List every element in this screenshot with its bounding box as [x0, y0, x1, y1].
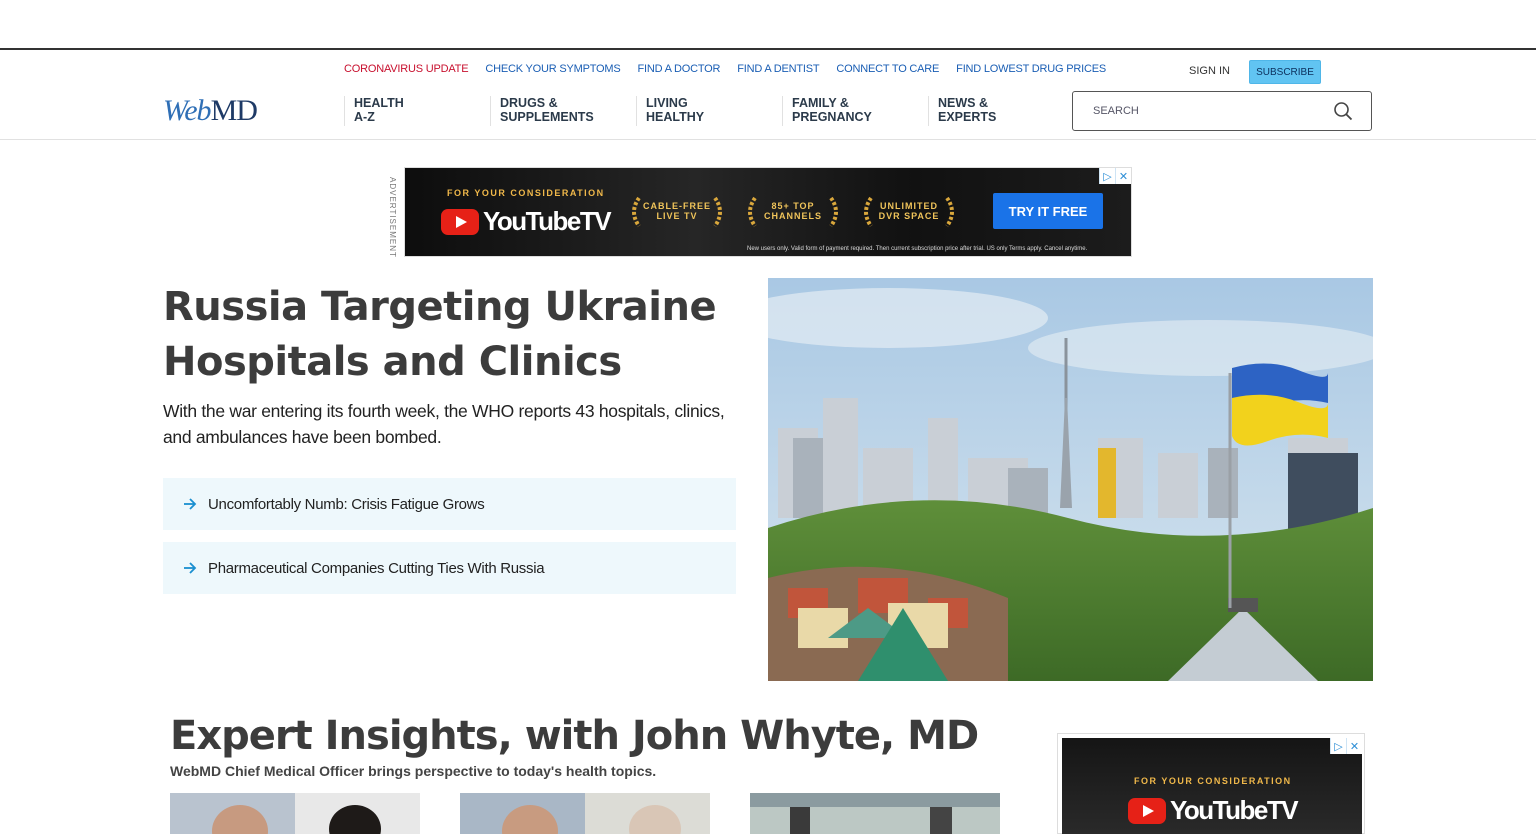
top-ad-strip — [0, 0, 1536, 50]
nav-label-line2: EXPERTS — [938, 110, 997, 124]
search-box — [1072, 91, 1372, 131]
youtube-play-icon — [441, 208, 479, 235]
utility-link-drug-prices[interactable]: FIND LOWEST DRUG PRICES — [956, 63, 1106, 75]
utility-link-symptoms[interactable]: CHECK YOUR SYMPTOMS — [485, 63, 620, 75]
advertisement-label: ADVERTISEMENT — [388, 177, 397, 258]
nav-item-health-az[interactable]: HEALTH A-Z — [344, 96, 490, 126]
nav-label-line1: NEWS & — [938, 96, 988, 110]
utility-nav: CORONAVIRUS UPDATE CHECK YOUR SYMPTOMS F… — [344, 63, 1123, 75]
adchoices[interactable]: ▷ ✕ — [1099, 168, 1131, 184]
youtube-play-icon — [1128, 797, 1166, 824]
thumbnail-image — [170, 793, 420, 834]
youtube-tv-banner-ad[interactable]: ▷ ✕ FOR YOUR CONSIDERATION YouTubeTV CABL… — [404, 167, 1132, 257]
nav-item-news[interactable]: NEWS & EXPERTS — [928, 96, 1074, 126]
try-it-free-button[interactable]: TRY IT FREE — [993, 193, 1103, 229]
utility-link-find-doctor[interactable]: FIND A DOCTOR — [638, 63, 721, 75]
ad-brand: YouTubeTV — [1170, 795, 1299, 825]
utility-link-coronavirus[interactable]: CORONAVIRUS UPDATE — [344, 63, 469, 75]
youtube-tv-side-ad[interactable]: ▷ ✕ FOR YOUR CONSIDERATION YouTubeTV — [1057, 733, 1365, 834]
ad-consider-text: FOR YOUR CONSIDERATION — [447, 188, 605, 198]
ad-fine-print: New users only. Valid form of payment re… — [747, 246, 1088, 252]
related-link[interactable]: Uncomfortably Numb: Crisis Fatigue Grows — [163, 478, 736, 530]
feature-headline[interactable]: Russia Targeting Ukraine Hospitals and C… — [163, 280, 763, 390]
nav-label-line1: DRUGS & — [500, 96, 558, 110]
sign-in-link[interactable]: SIGN IN — [1189, 65, 1230, 77]
nav-item-family[interactable]: FAMILY & PREGNANCY — [782, 96, 928, 126]
youtube-tv-logo: YouTubeTV — [1128, 795, 1299, 826]
adchoices[interactable]: ▷ ✕ — [1330, 738, 1362, 754]
ad-brand: YouTubeTV — [483, 206, 612, 236]
ad-badge-text: UNLIMITED DVR SPACE — [878, 201, 940, 221]
utility-link-find-dentist[interactable]: FIND A DENTIST — [737, 63, 819, 75]
nav-label-line2: SUPPLEMENTS — [500, 110, 594, 124]
thumbnail-image — [750, 793, 1000, 834]
video-thumbnail[interactable] — [750, 793, 1000, 834]
ad-close-icon[interactable]: ✕ — [1346, 738, 1362, 754]
ad-badge: CABLE-FREE LIVE TV — [627, 194, 727, 230]
video-thumbnail[interactable] — [460, 793, 710, 834]
nav-label-line1: HEALTH — [354, 96, 404, 110]
expert-insights-title[interactable]: Expert Insights, with John Whyte, MD — [170, 713, 979, 759]
logo-web: Web — [163, 94, 212, 127]
hero-image — [768, 278, 1373, 681]
related-link-text: Pharmaceutical Companies Cutting Ties Wi… — [208, 559, 545, 577]
hero-image-kyiv-ukraine-flag[interactable] — [768, 278, 1373, 681]
nav-label-line2: A-Z — [354, 110, 375, 124]
logo-md: MD — [210, 94, 258, 127]
adchoices-icon[interactable]: ▷ — [1330, 738, 1346, 754]
related-link[interactable]: Pharmaceutical Companies Cutting Ties Wi… — [163, 542, 736, 594]
utility-link-connect-care[interactable]: CONNECT TO CARE — [836, 63, 939, 75]
side-ad-creative: ▷ ✕ FOR YOUR CONSIDERATION YouTubeTV — [1062, 738, 1362, 834]
ad-badge-text: 85+ TOP CHANNELS — [763, 201, 822, 221]
ad-close-icon[interactable]: ✕ — [1115, 168, 1131, 184]
arrow-right-icon — [184, 498, 197, 510]
search-icon[interactable] — [1333, 101, 1353, 121]
youtube-tv-logo: YouTubeTV — [441, 206, 612, 237]
adchoices-icon[interactable]: ▷ — [1099, 168, 1115, 184]
ad-badge: UNLIMITED DVR SPACE — [859, 194, 959, 230]
ad-badge: 85+ TOP CHANNELS — [743, 194, 843, 230]
ad-badge-text: CABLE-FREE LIVE TV — [643, 201, 711, 221]
search-input[interactable] — [1093, 105, 1323, 117]
nav-label-line2: PREGNANCY — [792, 110, 872, 124]
main-nav: HEALTH A-Z DRUGS & SUPPLEMENTS LIVING HEALT… — [344, 96, 1074, 126]
nav-label-line1: FAMILY & — [792, 96, 849, 110]
nav-label-line1: LIVING — [646, 96, 688, 110]
webmd-logo[interactable]: WebMD — [163, 94, 258, 128]
nav-item-living-healthy[interactable]: LIVING HEALTHY — [636, 96, 782, 126]
nav-item-drugs[interactable]: DRUGS & SUPPLEMENTS — [490, 96, 636, 126]
site-header: CORONAVIRUS UPDATE CHECK YOUR SYMPTOMS F… — [0, 52, 1536, 140]
expert-insights-subtitle: WebMD Chief Medical Officer brings persp… — [170, 763, 657, 779]
ad-consider-text: FOR YOUR CONSIDERATION — [1134, 776, 1292, 786]
related-link-text: Uncomfortably Numb: Crisis Fatigue Grows — [208, 495, 485, 513]
feature-dek: With the war entering its fourth week, t… — [163, 401, 725, 447]
nav-label-line2: HEALTHY — [646, 110, 705, 124]
arrow-right-icon — [184, 562, 197, 574]
subscribe-button[interactable]: SUBSCRIBE — [1249, 60, 1321, 84]
video-thumbnail[interactable] — [170, 793, 420, 834]
thumbnail-image — [460, 793, 710, 834]
